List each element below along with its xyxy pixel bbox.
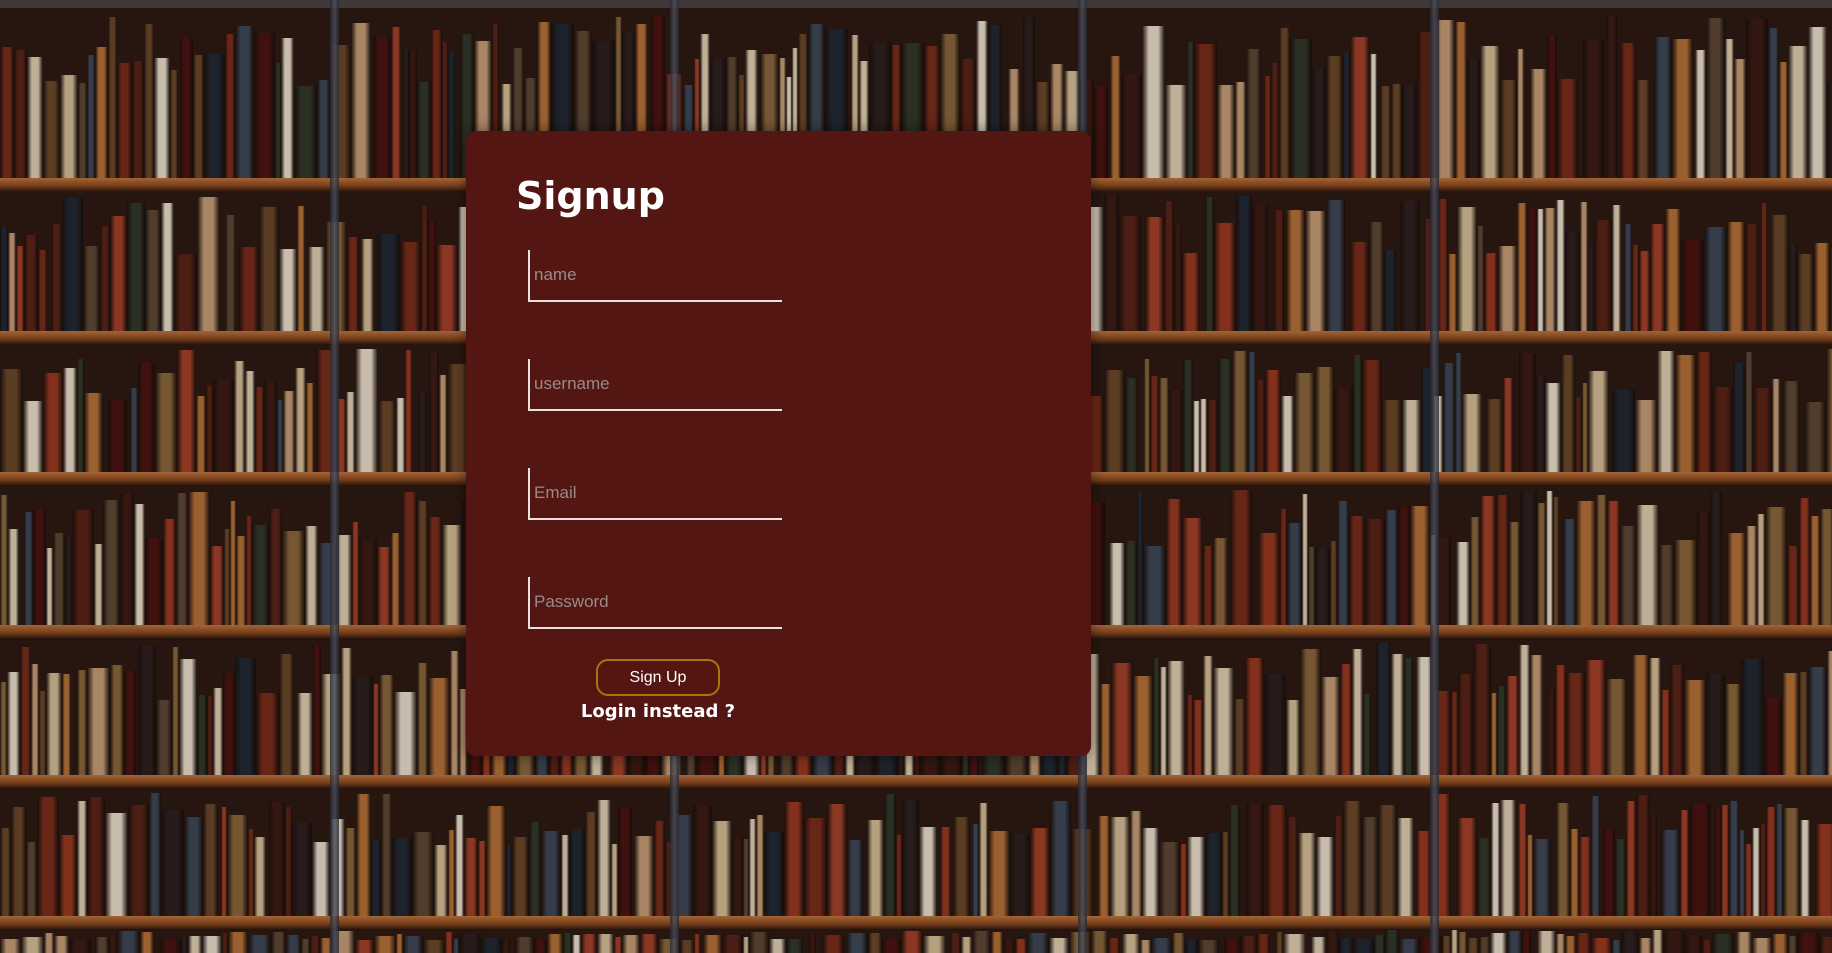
email-input[interactable] [528, 468, 782, 520]
password-input[interactable] [528, 577, 782, 629]
signup-page: Signup Sign Up Login instead ? [0, 0, 1832, 953]
login-instead-link[interactable]: Login instead ? [531, 701, 785, 722]
signup-title: Signup [516, 174, 665, 218]
sign-up-button[interactable]: Sign Up [596, 659, 720, 696]
signup-panel: Signup Sign Up Login instead ? [466, 131, 1091, 756]
username-input[interactable] [528, 359, 782, 411]
name-input[interactable] [528, 250, 782, 302]
